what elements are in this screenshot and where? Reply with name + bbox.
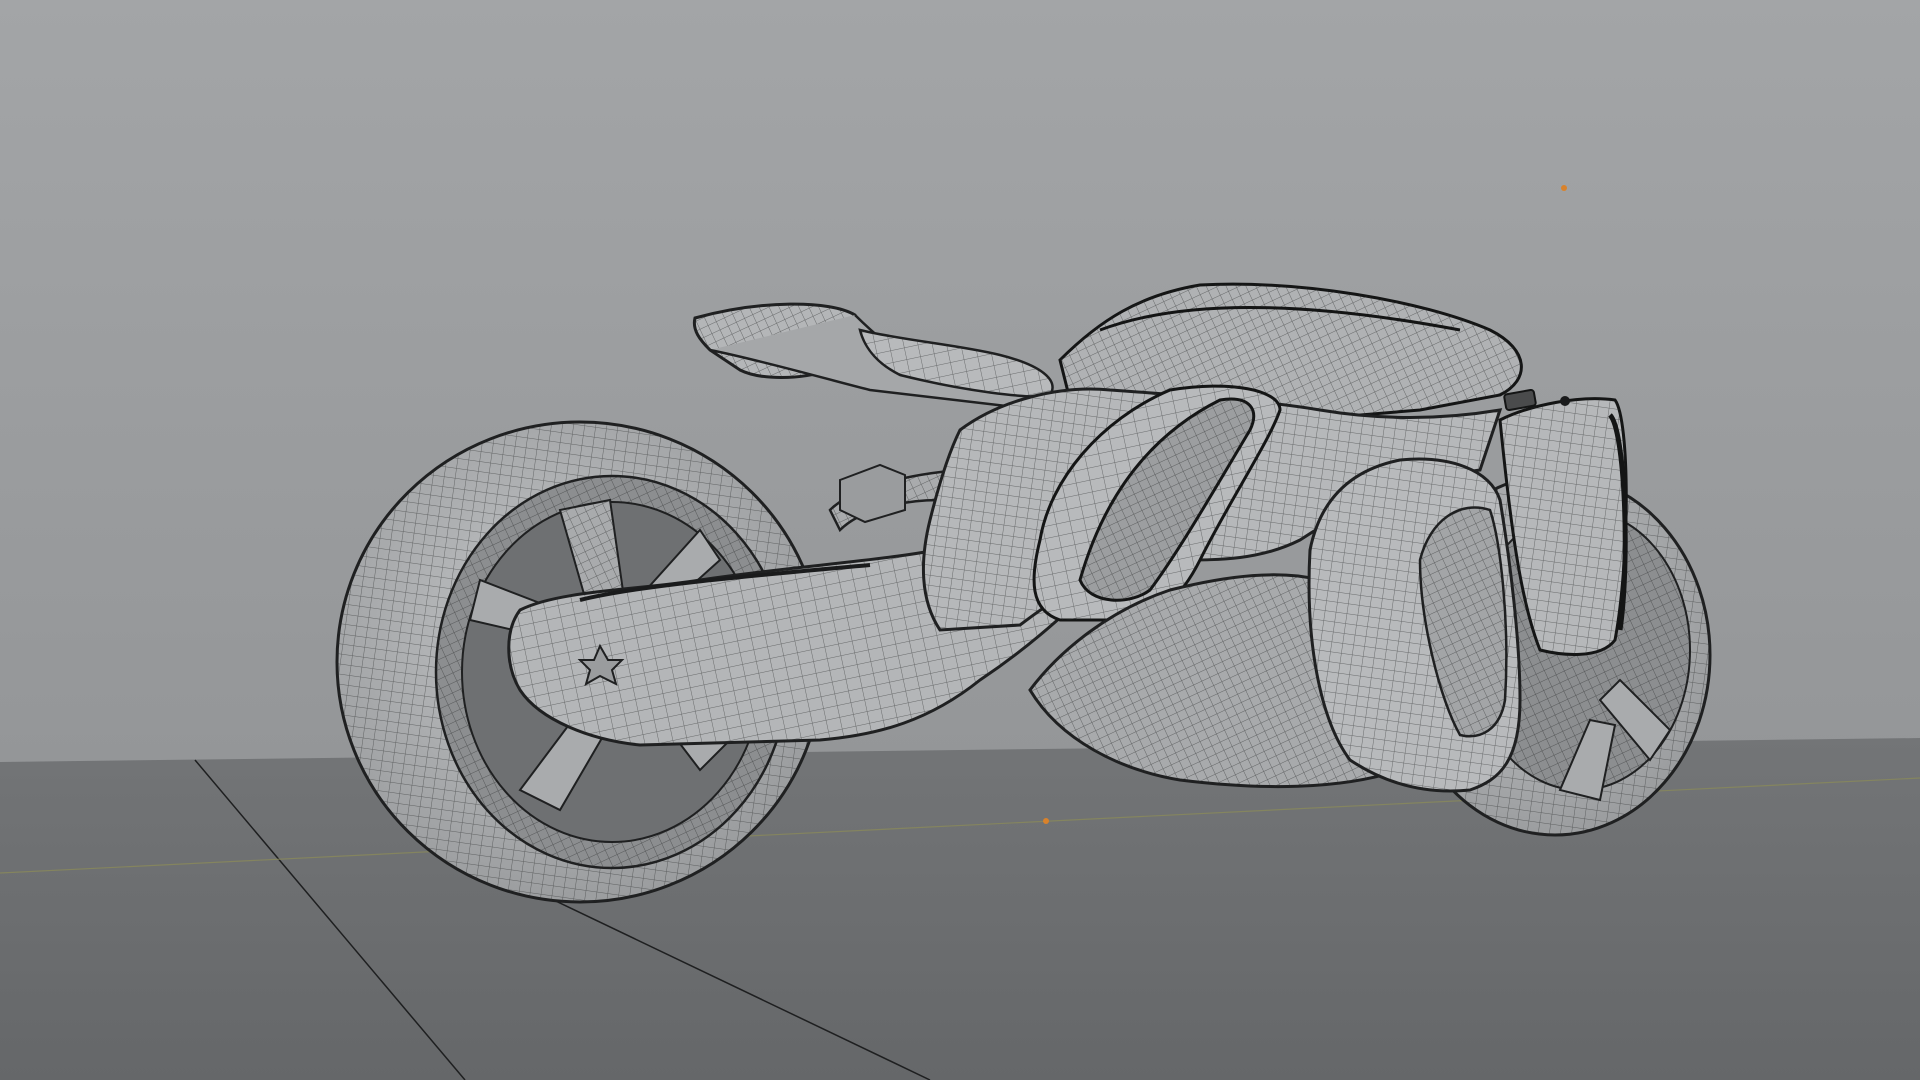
light-point-marker[interactable]	[1561, 185, 1567, 191]
origin-marker[interactable]	[1043, 818, 1049, 824]
3d-viewport[interactable]	[0, 0, 1920, 1080]
front-fairing[interactable]	[1307, 457, 1522, 793]
viewport-canvas[interactable]	[0, 0, 1920, 1080]
